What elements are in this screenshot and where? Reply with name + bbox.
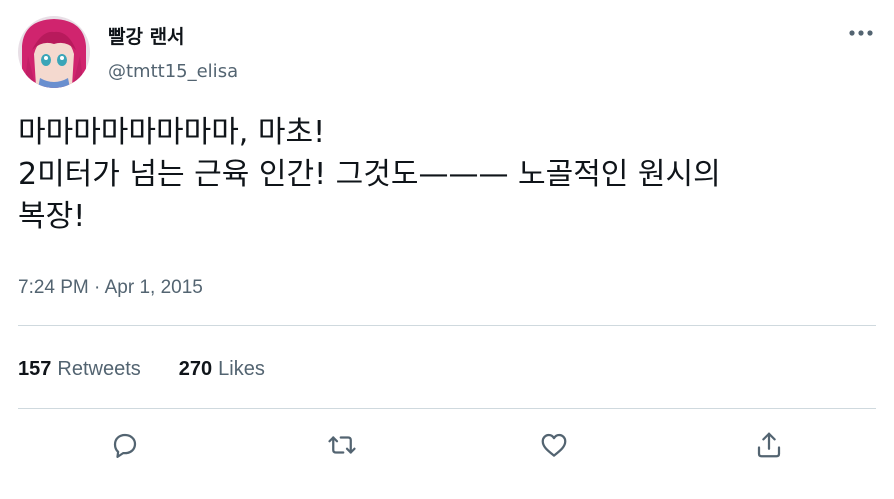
reply-icon[interactable] bbox=[108, 428, 142, 462]
avatar[interactable] bbox=[18, 16, 90, 88]
avatar-image bbox=[18, 16, 90, 88]
tweet-text: 마마마마마마마마, 마초! 2미터가 넘는 근육 인간! 그것도——— 노골적인… bbox=[18, 115, 721, 234]
retweets-stat[interactable]: 157 Retweets bbox=[18, 355, 141, 383]
user-handle[interactable]: @tmtt15_elisa bbox=[108, 60, 238, 84]
like-icon[interactable] bbox=[537, 428, 571, 462]
action-bar bbox=[0, 428, 894, 462]
likes-label: Likes bbox=[218, 358, 265, 380]
display-name[interactable]: 빨강 랜서 bbox=[108, 24, 185, 50]
retweet-icon[interactable] bbox=[325, 428, 359, 462]
retweets-label: Retweets bbox=[57, 358, 141, 380]
retweets-count: 157 bbox=[18, 358, 52, 380]
share-icon[interactable] bbox=[752, 428, 786, 462]
tweet-stats: 157 Retweets 270 Likes bbox=[18, 355, 303, 383]
more-icon[interactable] bbox=[846, 20, 876, 46]
likes-count: 270 bbox=[178, 358, 213, 380]
tweet-timestamp[interactable]: 7:24 PM · Apr 1, 2015 bbox=[18, 275, 203, 301]
divider bbox=[18, 325, 876, 326]
divider bbox=[18, 408, 876, 409]
likes-stat[interactable]: 270 Likes bbox=[179, 355, 265, 383]
